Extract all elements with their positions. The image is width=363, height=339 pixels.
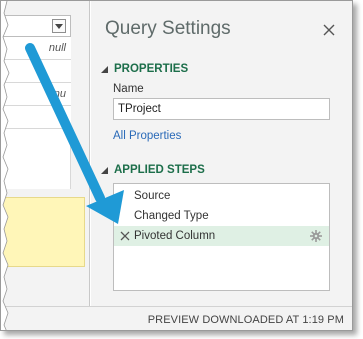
step-label: Changed Type [134,210,209,222]
triangle-down-icon [101,166,108,174]
delete-x-icon[interactable] [120,231,130,241]
triangle-down-icon [101,65,108,73]
applied-steps-section-header[interactable]: APPLIED STEPS [101,164,205,176]
screenshot-frame: null nu Query Settings PROPERTIES Name T… [0,0,353,331]
applied-steps-list: Source Changed Type Pivoted Column [113,183,330,291]
step-label: Pivoted Column [134,230,216,242]
applied-step-pivoted-column[interactable]: Pivoted Column [114,226,329,246]
all-properties-link[interactable]: All Properties [113,130,181,142]
properties-section-header[interactable]: PROPERTIES [101,63,188,75]
applied-steps-heading: APPLIED STEPS [114,164,205,176]
column-filter-button[interactable] [52,19,66,33]
query-settings-pane: Query Settings PROPERTIES Name TProject … [91,1,352,306]
torn-edge-decoration [1,1,10,330]
chevron-down-icon [55,23,63,29]
gear-icon[interactable] [310,230,322,242]
pane-title: Query Settings [105,18,231,39]
applied-step-changed-type[interactable]: Changed Type [114,206,329,226]
step-label: Source [134,190,171,202]
query-name-input[interactable]: TProject [113,98,330,120]
name-label: Name [113,83,144,95]
close-icon[interactable] [322,23,336,37]
applied-step-source[interactable]: Source [114,186,329,206]
status-bar: PREVIEW DOWNLOADED AT 1:19 PM [1,306,352,330]
preview-status-text: PREVIEW DOWNLOADED AT 1:19 PM [147,314,344,326]
properties-heading: PROPERTIES [114,63,189,75]
